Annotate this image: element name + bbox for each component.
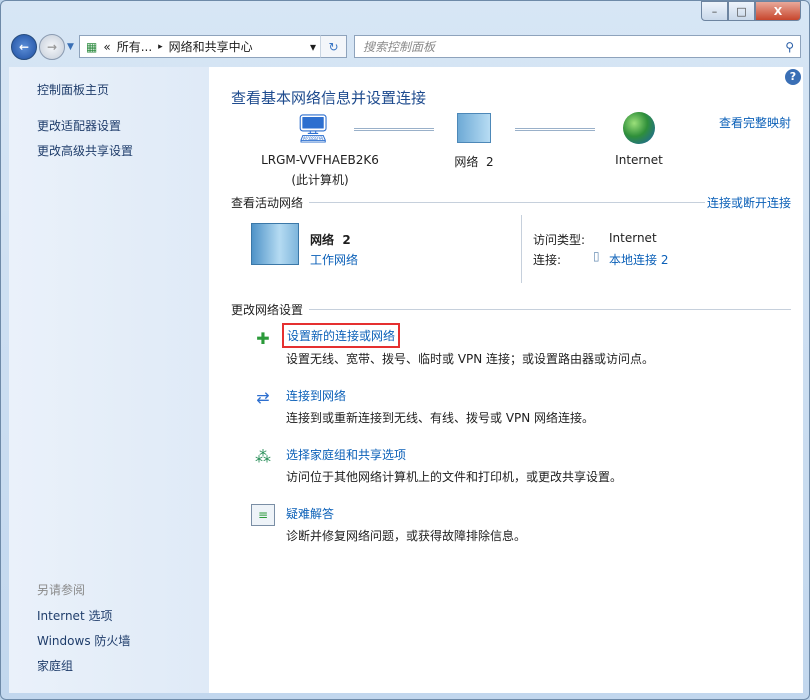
- close-button[interactable]: X: [755, 1, 801, 21]
- window: – □ X ← → ▼ ▦ « 所有... ▸ 网络和共享中心 ▾ ↻ 搜索控制…: [0, 0, 810, 700]
- breadcrumb-network-center[interactable]: 网络和共享中心: [169, 38, 253, 55]
- see-also-internet-options[interactable]: Internet 选项: [37, 607, 112, 624]
- access-type-label: 访问类型:: [533, 231, 585, 248]
- help-icon[interactable]: ?: [785, 69, 801, 85]
- new-connection-icon: ✚: [251, 327, 275, 349]
- forward-button[interactable]: →: [39, 34, 65, 60]
- connection-label: 连接:: [533, 251, 561, 268]
- connect-disconnect-link[interactable]: 连接或断开连接: [707, 194, 791, 211]
- control-panel-icon: ▦: [86, 40, 97, 54]
- setup-new-connection-link[interactable]: 设置新的连接或网络: [282, 323, 400, 348]
- sidebar: 控制面板主页 更改适配器设置 更改高级共享设置 另请参阅 Internet 选项…: [9, 67, 209, 693]
- task-description: 设置无线、宽带、拨号、临时或 VPN 连接；或设置路由器或访问点。: [286, 350, 654, 367]
- breadcrumb-overflow[interactable]: «: [103, 40, 110, 54]
- task-description: 诊断并修复网络问题，或获得故障排除信息。: [286, 527, 526, 544]
- sidebar-item-adapter[interactable]: 更改适配器设置: [37, 117, 121, 134]
- network-icon[interactable]: [457, 113, 491, 143]
- search-input[interactable]: 搜索控制面板 ⚲: [354, 35, 801, 58]
- see-also-heading: 另请参阅: [37, 581, 85, 598]
- breadcrumb-separator[interactable]: ▸: [158, 42, 163, 52]
- connect-to-network-link[interactable]: 连接到网络: [286, 387, 346, 404]
- task-description: 访问位于其他网络计算机上的文件和打印机，或更改共享设置。: [286, 468, 622, 485]
- homegroup-sharing-link[interactable]: 选择家庭组和共享选项: [286, 446, 406, 463]
- page-title: 查看基本网络信息并设置连接: [231, 87, 426, 108]
- computer-sub: (此计算机): [255, 171, 385, 188]
- main-panel: ? 查看基本网络信息并设置连接 查看完整映射 🖥 LRGM-VVFHAEB2K6…: [209, 67, 803, 693]
- see-also-homegroup[interactable]: 家庭组: [37, 657, 73, 674]
- troubleshoot-link[interactable]: 疑难解答: [286, 505, 334, 522]
- active-networks-heading: 查看活动网络: [231, 194, 303, 211]
- address-dropdown[interactable]: ▾: [310, 40, 316, 54]
- homegroup-icon: ⁂: [251, 445, 275, 467]
- search-placeholder: 搜索控制面板: [363, 38, 435, 55]
- see-also-firewall[interactable]: Windows 防火墙: [37, 632, 130, 649]
- breadcrumb-all[interactable]: 所有...: [117, 38, 152, 55]
- minimize-button[interactable]: –: [701, 1, 728, 21]
- task-description: 连接到或重新连接到无线、有线、拨号或 VPN 网络连接。: [286, 409, 594, 426]
- sidebar-item-home[interactable]: 控制面板主页: [37, 81, 109, 98]
- view-full-map-link[interactable]: 查看完整映射: [719, 114, 791, 131]
- troubleshoot-icon: ≡: [251, 504, 275, 526]
- computer-name: LRGM-VVFHAEB2K6: [255, 153, 385, 167]
- active-network-name: 网络 2: [310, 231, 351, 248]
- back-button[interactable]: ←: [11, 34, 37, 60]
- internet-globe-icon[interactable]: [623, 112, 655, 144]
- internet-label: Internet: [604, 153, 674, 167]
- sidebar-item-advanced-sharing[interactable]: 更改高级共享设置: [37, 142, 133, 159]
- ethernet-icon: ▯: [593, 249, 600, 263]
- network-name: 网络 2: [439, 153, 509, 170]
- refresh-button[interactable]: ↻: [320, 35, 347, 58]
- recent-pages-dropdown[interactable]: ▼: [67, 42, 74, 52]
- work-network-icon: [251, 223, 299, 265]
- computer-icon[interactable]: 🖥: [295, 111, 331, 145]
- address-bar[interactable]: ▦ « 所有... ▸ 网络和共享中心 ▾: [79, 35, 347, 58]
- connect-network-icon: ⇄: [251, 386, 275, 408]
- network-type-link[interactable]: 工作网络: [310, 251, 358, 268]
- change-settings-heading: 更改网络设置: [231, 301, 303, 318]
- search-icon[interactable]: ⚲: [785, 40, 794, 54]
- maximize-button[interactable]: □: [728, 1, 755, 21]
- local-connection-link[interactable]: 本地连接 2: [609, 251, 668, 268]
- access-type-value: Internet: [609, 231, 657, 245]
